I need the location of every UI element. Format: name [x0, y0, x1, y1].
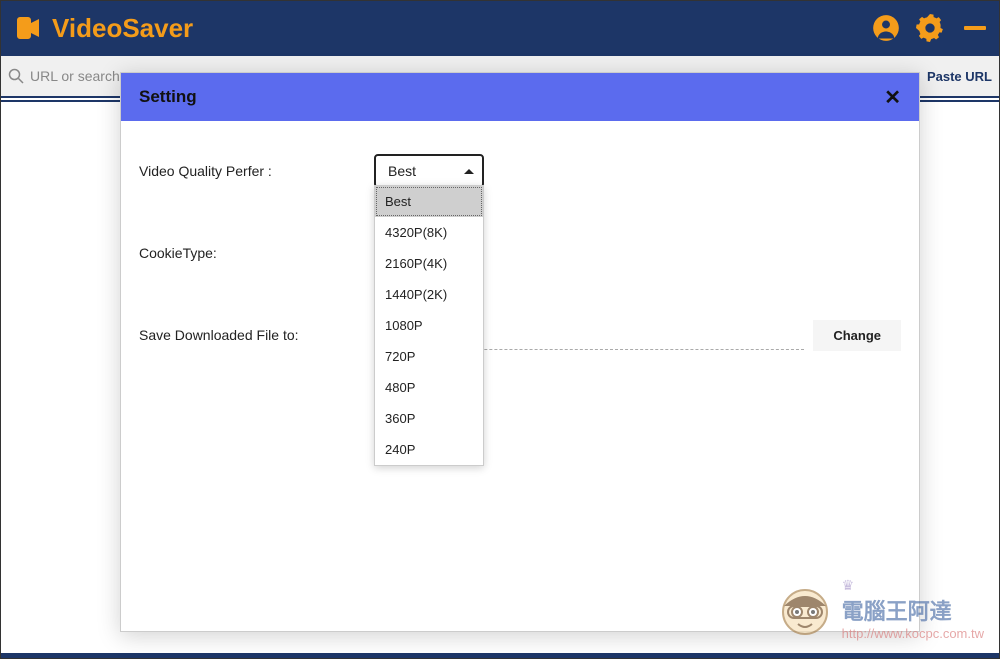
- row-save-path: Save Downloaded File to: y\Videos Change: [139, 315, 901, 355]
- search-icon: [8, 68, 24, 84]
- quality-option[interactable]: 240P: [375, 434, 483, 465]
- bottom-stripe: [0, 653, 1000, 659]
- row-cookie-type: CookieType:: [139, 233, 901, 273]
- quality-option[interactable]: 360P: [375, 403, 483, 434]
- app-title: VideoSaver: [52, 13, 193, 44]
- modal-title: Setting: [139, 87, 197, 107]
- url-placeholder: URL or search: [30, 68, 120, 84]
- change-button[interactable]: Change: [813, 320, 901, 351]
- modal-header: Setting ✕: [121, 73, 919, 121]
- row-video-quality: Video Quality Perfer : Best: [139, 151, 901, 191]
- quality-option[interactable]: 2160P(4K): [375, 248, 483, 279]
- header-right-icons: [872, 14, 986, 42]
- label-save-path: Save Downloaded File to:: [139, 327, 374, 343]
- close-icon[interactable]: ✕: [884, 85, 901, 110]
- app-header: VideoSaver: [0, 0, 1000, 56]
- modal-body: Video Quality Perfer : Best Best 4320P(8…: [121, 121, 919, 373]
- account-icon[interactable]: [872, 14, 900, 42]
- minimize-icon[interactable]: [964, 26, 986, 30]
- label-video-quality: Video Quality Perfer :: [139, 163, 374, 179]
- paste-url-button[interactable]: Paste URL: [927, 69, 992, 84]
- quality-option[interactable]: 720P: [375, 341, 483, 372]
- video-quality-combo[interactable]: Best: [374, 154, 484, 188]
- app-brand: VideoSaver: [14, 13, 193, 44]
- quality-option[interactable]: 1080P: [375, 310, 483, 341]
- quality-option[interactable]: 1440P(2K): [375, 279, 483, 310]
- app-logo-icon: [14, 16, 44, 40]
- label-cookie-type: CookieType:: [139, 245, 374, 261]
- chevron-up-icon: [464, 169, 474, 174]
- quality-option[interactable]: Best: [375, 186, 483, 217]
- quality-option[interactable]: 4320P(8K): [375, 217, 483, 248]
- video-quality-value: Best: [388, 163, 416, 179]
- settings-modal: Setting ✕ Video Quality Perfer : Best Be…: [120, 72, 920, 632]
- video-quality-dropdown: Best 4320P(8K) 2160P(4K) 1440P(2K) 1080P…: [374, 185, 484, 466]
- quality-option[interactable]: 480P: [375, 372, 483, 403]
- settings-gear-icon[interactable]: [916, 14, 944, 42]
